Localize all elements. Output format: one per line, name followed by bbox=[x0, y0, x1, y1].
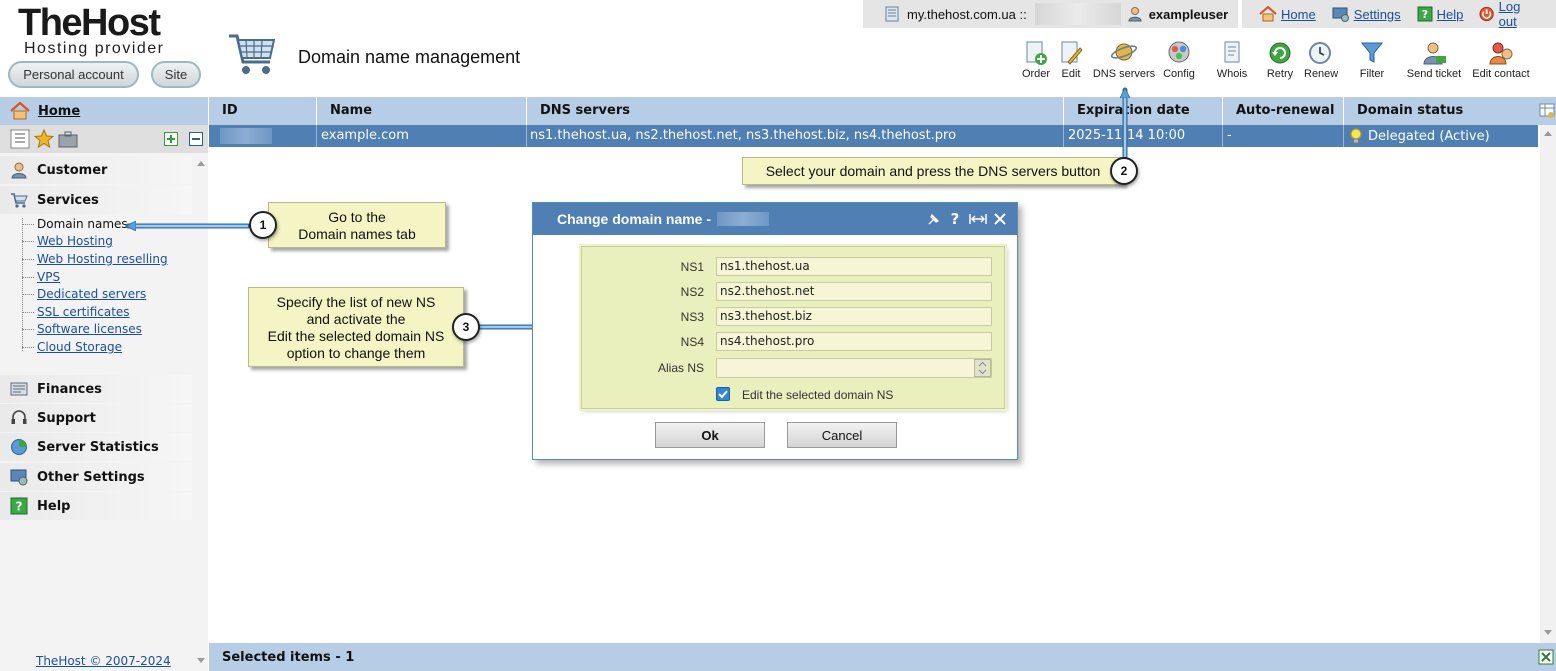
step-badge-1: 1 bbox=[249, 211, 277, 239]
ns3-input[interactable]: ns3.thehost.biz bbox=[716, 307, 992, 326]
ns1-input[interactable]: ns1.thehost.ua bbox=[716, 257, 992, 276]
maximize-icon[interactable] bbox=[969, 212, 987, 226]
callout-step1-line1: Go to the bbox=[328, 209, 386, 225]
checkmark-icon bbox=[718, 390, 728, 399]
step-badge-2: 2 bbox=[1110, 157, 1138, 185]
ns2-label: NS2 bbox=[680, 285, 704, 299]
dialog-title: Change domain name - bbox=[557, 211, 712, 227]
redacted-domain bbox=[717, 212, 770, 226]
callout-step3-line4: option to change them bbox=[286, 345, 426, 361]
alias-ns-label: Alias NS bbox=[657, 361, 704, 375]
pin-icon[interactable] bbox=[927, 212, 941, 226]
callout-step2: Select your domain and press the DNS ser… bbox=[742, 157, 1124, 185]
change-domain-dialog: Change domain name - ? NS1 ns1.thehost.u… bbox=[532, 202, 1018, 460]
ns4-input[interactable]: ns4.thehost.pro bbox=[716, 332, 992, 351]
close-icon[interactable] bbox=[993, 212, 1007, 226]
callout-step1: Go to the Domain names tab bbox=[268, 202, 446, 248]
svg-text:?: ? bbox=[951, 211, 960, 227]
dialog-titlebar[interactable]: Change domain name - ? bbox=[533, 203, 1017, 235]
callout-step1-line2: Domain names tab bbox=[298, 226, 416, 242]
callout-step3: Specify the list of new NS and activate … bbox=[248, 287, 464, 367]
ns1-label: NS1 bbox=[680, 260, 704, 274]
callout-step3-line3: Edit the selected domain NS bbox=[267, 328, 445, 344]
ns2-input[interactable]: ns2.thehost.net bbox=[716, 282, 992, 301]
dialog-form: NS1 ns1.thehost.ua NS2 ns2.thehost.net N… bbox=[581, 246, 1005, 409]
help-question-icon[interactable]: ? bbox=[949, 211, 961, 227]
callout-step3-line1: Specify the list of new NS bbox=[276, 294, 436, 310]
callout-step3-line2: and activate the bbox=[306, 311, 406, 327]
step-badge-3: 3 bbox=[452, 313, 480, 341]
alias-ns-select[interactable] bbox=[716, 358, 992, 378]
ns4-label: NS4 bbox=[680, 335, 704, 349]
ok-button[interactable]: Ok bbox=[655, 422, 765, 448]
cancel-button[interactable]: Cancel bbox=[787, 422, 897, 448]
ns3-label: NS3 bbox=[680, 310, 704, 324]
select-spinner-icon[interactable] bbox=[974, 359, 991, 377]
edit-ns-checkbox[interactable] bbox=[716, 387, 730, 401]
edit-ns-checkbox-label[interactable]: Edit the selected domain NS bbox=[742, 388, 893, 402]
